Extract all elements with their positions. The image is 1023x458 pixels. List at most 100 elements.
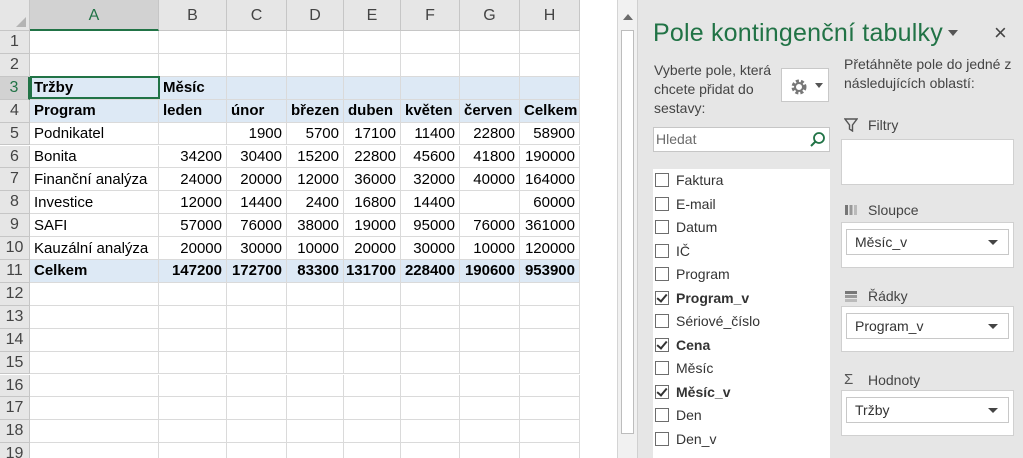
row-header[interactable]: 13 (0, 305, 30, 329)
row-header[interactable]: 11 (0, 260, 30, 283)
checkbox-checked-icon[interactable] (655, 337, 669, 352)
cell[interactable] (30, 420, 159, 444)
cell[interactable] (401, 420, 460, 444)
pivot-rows-label[interactable]: Program (30, 99, 159, 123)
pivot-value-cell[interactable]: 120000 (520, 237, 580, 260)
pivot-value-cell[interactable]: 32000 (401, 168, 460, 192)
row-header[interactable]: 7 (0, 168, 30, 192)
pivot-columns-label[interactable]: Měsíc (159, 76, 227, 100)
checkbox-icon[interactable] (655, 431, 669, 446)
cell[interactable] (287, 328, 344, 352)
row-header[interactable]: 1 (0, 31, 30, 54)
cell[interactable] (227, 374, 287, 398)
cell[interactable] (30, 351, 159, 375)
pivot-value-cell[interactable]: 36000 (344, 168, 401, 192)
column-header[interactable]: C (227, 0, 287, 31)
pivot-row-label[interactable]: Bonita (30, 145, 159, 169)
pivot-total-cell[interactable]: 953900 (520, 260, 580, 283)
pivot-value-cell[interactable]: 34200 (159, 145, 227, 169)
field-item[interactable]: Faktura (655, 170, 723, 190)
cell[interactable] (460, 397, 520, 421)
pivot-row-label[interactable]: Kauzální analýza (30, 237, 159, 260)
cell[interactable] (344, 328, 401, 352)
rows-field-chip[interactable]: Program_v (846, 313, 1009, 339)
cell[interactable] (227, 443, 287, 458)
pivot-value-cell[interactable]: 14400 (227, 191, 287, 215)
pivot-value-cell[interactable]: 14400 (401, 191, 460, 215)
pivot-value-cell[interactable]: 20000 (344, 237, 401, 260)
cell[interactable] (344, 443, 401, 458)
cell[interactable] (520, 76, 580, 100)
tools-button[interactable] (781, 68, 829, 102)
search-icon[interactable] (809, 131, 827, 149)
pivot-value-cell[interactable]: 30000 (401, 237, 460, 260)
cell[interactable] (344, 374, 401, 398)
pivot-value-cell[interactable]: 76000 (227, 214, 287, 238)
cell[interactable] (520, 328, 580, 352)
cell[interactable] (344, 31, 401, 54)
row-header[interactable]: 15 (0, 351, 30, 375)
pivot-value-cell[interactable]: 10000 (460, 237, 520, 260)
cell[interactable] (401, 397, 460, 421)
checkbox-checked-icon[interactable] (655, 384, 669, 399)
cell[interactable] (159, 31, 227, 54)
cell[interactable] (159, 282, 227, 306)
column-header[interactable]: F (401, 0, 460, 31)
column-header[interactable]: D (287, 0, 344, 31)
pivot-value-cell[interactable]: 58900 (520, 122, 580, 146)
pivot-value-cell[interactable]: 57000 (159, 214, 227, 238)
cell[interactable] (344, 305, 401, 329)
cell[interactable] (287, 443, 344, 458)
cell[interactable] (287, 282, 344, 306)
cell[interactable] (401, 443, 460, 458)
pivot-value-cell[interactable]: 11400 (401, 122, 460, 146)
search-input[interactable]: Hledat (653, 127, 830, 152)
cell[interactable] (460, 351, 520, 375)
pivot-value-cell[interactable]: 17100 (344, 122, 401, 146)
pivot-total-cell[interactable]: 131700 (344, 260, 401, 283)
cell[interactable] (227, 351, 287, 375)
field-item[interactable]: Den (655, 405, 702, 425)
cell[interactable] (287, 31, 344, 54)
cell[interactable] (520, 420, 580, 444)
pivot-value-cell[interactable]: 30000 (227, 237, 287, 260)
row-header[interactable]: 6 (0, 145, 30, 169)
cell[interactable] (520, 397, 580, 421)
pivot-value-cell[interactable]: 10000 (287, 237, 344, 260)
pivot-month-header[interactable]: květen (401, 99, 460, 123)
checkbox-icon[interactable] (655, 314, 669, 328)
cell[interactable] (520, 282, 580, 306)
pivot-total-cell[interactable]: 147200 (159, 260, 227, 283)
cell[interactable] (159, 305, 227, 329)
row-header[interactable]: 18 (0, 420, 30, 444)
column-header[interactable]: A (30, 0, 159, 31)
cell[interactable] (344, 420, 401, 444)
cell[interactable] (159, 351, 227, 375)
pivot-value-cell[interactable]: 2400 (287, 191, 344, 215)
cell[interactable] (401, 328, 460, 352)
cell[interactable] (227, 420, 287, 444)
cell[interactable] (30, 31, 159, 54)
cell[interactable] (401, 374, 460, 398)
pivot-value-cell[interactable]: 40000 (460, 168, 520, 192)
pivot-row-label[interactable]: Finanční analýza (30, 168, 159, 192)
pivot-month-header[interactable]: duben (344, 99, 401, 123)
field-item[interactable]: Sériové_číslo (655, 311, 760, 331)
cell[interactable] (401, 76, 460, 100)
values-field-chip[interactable]: Tržby (846, 397, 1009, 423)
values-drop-area[interactable]: Tržby (841, 390, 1014, 436)
checkbox-icon[interactable] (655, 267, 669, 281)
pivot-row-label[interactable]: Investice (30, 191, 159, 215)
scroll-up-arrow-icon[interactable] (623, 14, 633, 20)
cell[interactable] (401, 351, 460, 375)
cell[interactable] (30, 397, 159, 421)
pivot-value-cell[interactable]: 15200 (287, 145, 344, 169)
pivot-value-cell[interactable]: 76000 (460, 214, 520, 238)
pivot-month-header[interactable]: březen (287, 99, 344, 123)
cell[interactable] (287, 420, 344, 444)
cell[interactable] (159, 53, 227, 77)
cell[interactable] (287, 374, 344, 398)
cell[interactable] (344, 76, 401, 100)
cell[interactable] (227, 282, 287, 306)
cell[interactable] (227, 328, 287, 352)
